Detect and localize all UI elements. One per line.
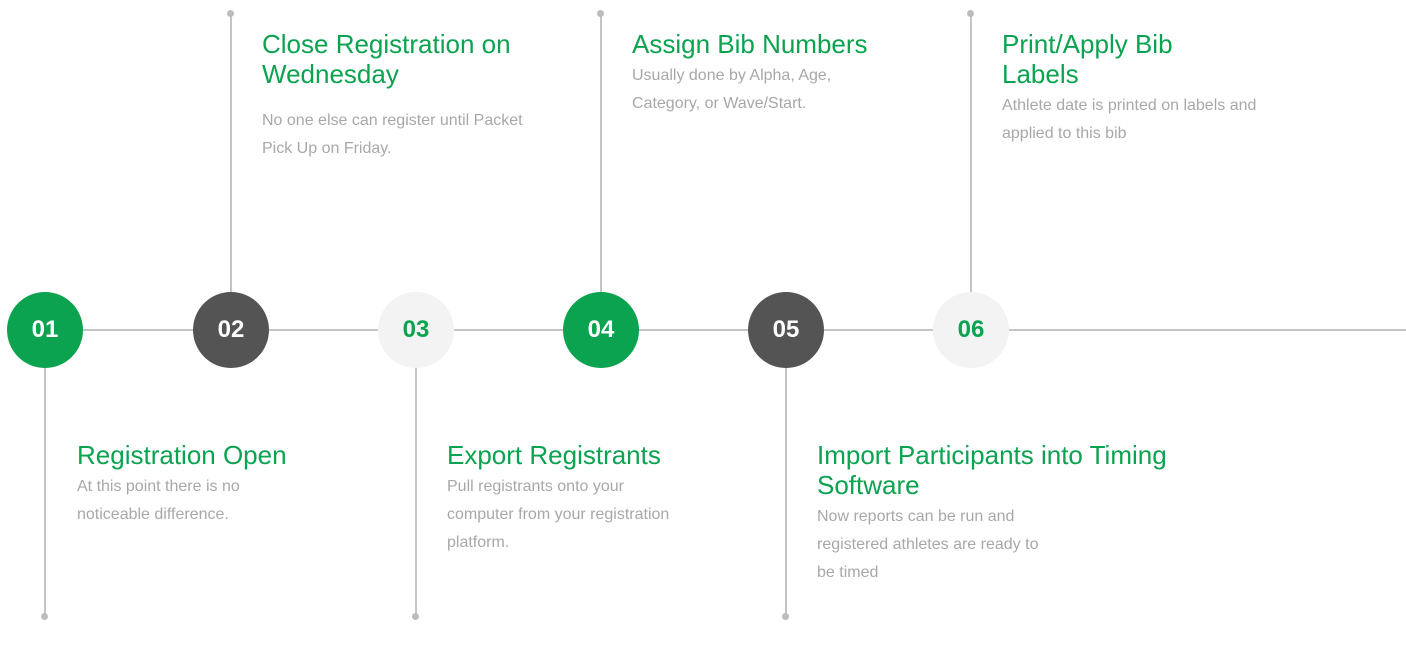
step-01: Registration Open At this point there is… [77, 440, 337, 529]
step-01-title: Registration Open [77, 440, 287, 470]
step-06-number: 06 [933, 292, 1009, 368]
step-04-description: Usually done by Alpha, Age, Category, or… [632, 67, 832, 112]
connector-01-end-dot [41, 613, 48, 620]
step-01-number: 01 [7, 292, 83, 368]
step-06: Print/Apply Bib Labels Athlete date is p… [1002, 29, 1302, 148]
connector-04 [600, 14, 602, 330]
step-05-number: 05 [748, 292, 824, 368]
step-05: Import Participants into Timing Software… [817, 440, 1177, 587]
step-03-number: 03 [378, 292, 454, 368]
connector-05 [785, 330, 787, 616]
step-05-title: Import Participants into Timing Software [817, 440, 1167, 500]
step-06-description: Athlete date is printed on labels and ap… [1002, 97, 1257, 142]
connector-02 [230, 14, 232, 330]
connector-02-end-dot [227, 10, 234, 17]
connector-06 [970, 14, 972, 330]
step-04: Assign Bib Numbers Usually done by Alpha… [632, 29, 922, 118]
step-02: Close Registration on Wednesday No one e… [262, 29, 523, 163]
step-06-title: Print/Apply Bib Labels [1002, 29, 1173, 89]
step-04-number: 04 [563, 292, 639, 368]
step-02-number: 02 [193, 292, 269, 368]
connector-03-end-dot [412, 613, 419, 620]
process-timeline: 01 02 03 04 05 06 Registration Open At t… [0, 0, 1406, 648]
step-02-title: Close Registration on Wednesday [262, 29, 511, 89]
step-03-description: Pull registrants onto your computer from… [447, 478, 670, 551]
connector-03 [415, 330, 417, 616]
step-05-description: Now reports can be run and registered at… [817, 508, 1039, 581]
step-01-description: At this point there is no noticeable dif… [77, 478, 240, 523]
step-03: Export Registrants Pull registrants onto… [447, 440, 717, 557]
connector-01 [44, 330, 46, 616]
step-04-title: Assign Bib Numbers [632, 29, 868, 59]
step-03-title: Export Registrants [447, 440, 661, 470]
step-02-description: No one else can register until Packet Pi… [262, 112, 523, 157]
connector-05-end-dot [782, 613, 789, 620]
connector-06-end-dot [967, 10, 974, 17]
connector-04-end-dot [597, 10, 604, 17]
